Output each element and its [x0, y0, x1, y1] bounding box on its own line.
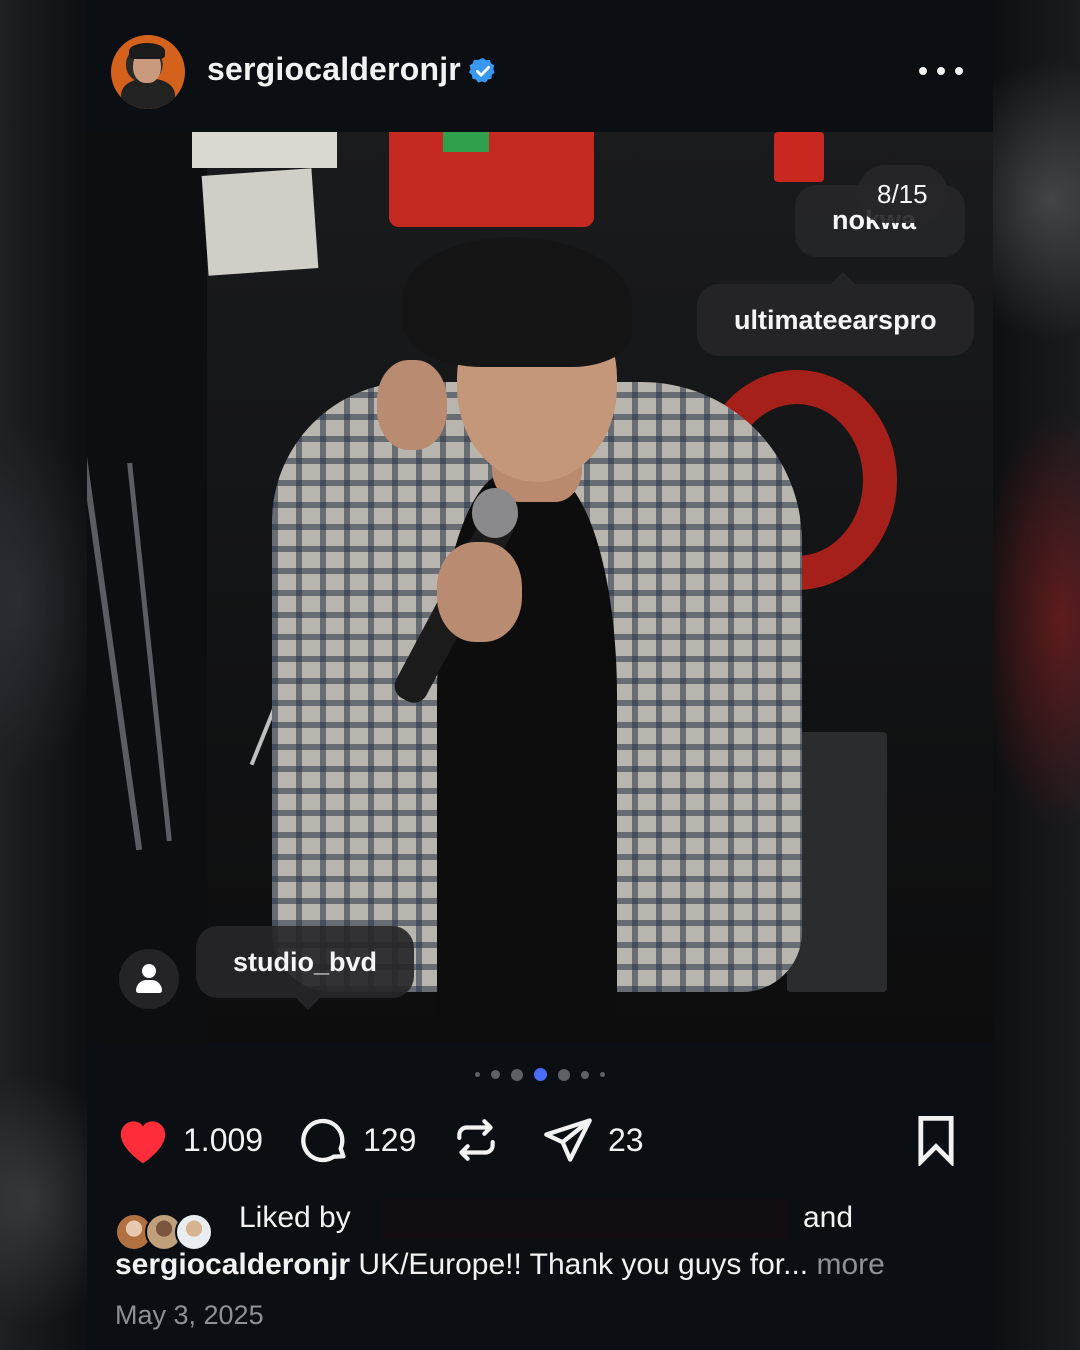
- liked-by-and: and: [803, 1201, 854, 1234]
- profile-avatar[interactable]: [111, 35, 185, 109]
- action-bar: 1.009 129 23: [87, 1105, 993, 1175]
- bookmark-icon: [918, 1115, 954, 1166]
- carousel-counter: 8/15: [857, 165, 948, 223]
- tag-pointer: [296, 998, 320, 1010]
- username[interactable]: sergiocalderonjr: [207, 51, 461, 88]
- photo-tag-ultimateearspro[interactable]: ultimateearspro: [697, 284, 974, 356]
- post-date: May 3, 2025: [115, 1300, 264, 1330]
- liked-by-row[interactable]: Liked by and: [115, 1195, 975, 1251]
- liked-by-label: Liked by: [239, 1201, 351, 1234]
- comment-button[interactable]: 129: [299, 1105, 416, 1175]
- caption-author[interactable]: sergiocalderonjr: [115, 1248, 350, 1281]
- post-card: sergiocalderonjr nokwa 8/15: [87, 0, 993, 1350]
- redacted-names: [380, 1199, 790, 1239]
- photo-tag-studio-bvd[interactable]: studio_bvd: [196, 926, 415, 998]
- carousel-dots: [87, 1068, 993, 1081]
- caption-text: UK/Europe!! Thank you guys for...: [358, 1248, 809, 1281]
- caption: sergiocalderonjr UK/Europe!! Thank you g…: [115, 1248, 885, 1282]
- send-button[interactable]: 23: [540, 1105, 644, 1175]
- user-tag-icon[interactable]: [119, 949, 179, 1009]
- post-header: sergiocalderonjr: [87, 0, 993, 132]
- share-count: 23: [608, 1121, 644, 1158]
- verified-badge-icon: [469, 57, 495, 83]
- repost-button[interactable]: [451, 1105, 501, 1175]
- repost-icon: [457, 1119, 495, 1161]
- liker-avatar: [175, 1213, 213, 1251]
- tag-pointer: [831, 272, 855, 284]
- like-button[interactable]: 1.009: [115, 1105, 263, 1175]
- comment-icon: [301, 1118, 346, 1163]
- send-icon: [544, 1118, 592, 1162]
- more-options-icon[interactable]: [919, 56, 963, 86]
- like-count: 1.009: [183, 1121, 264, 1158]
- save-button[interactable]: [913, 1105, 959, 1175]
- caption-more-link[interactable]: more: [816, 1248, 884, 1281]
- post-photo[interactable]: nokwa 8/15 ultimateearspro studio_bvd: [87, 132, 993, 1042]
- comment-count: 129: [363, 1121, 417, 1158]
- heart-icon: [120, 1121, 166, 1164]
